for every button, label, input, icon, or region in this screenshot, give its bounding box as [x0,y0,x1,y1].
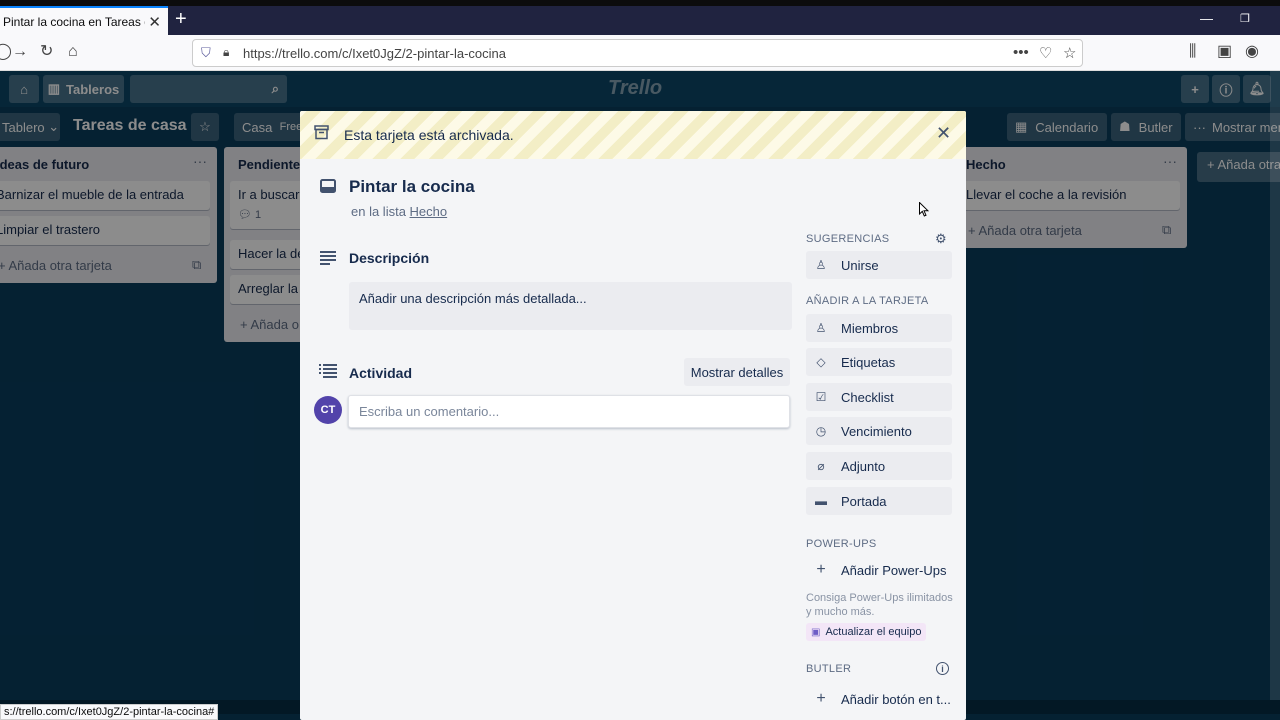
description-placeholder: Añadir una descripción más detallada... [359,291,587,306]
show-details-label: Mostrar detalles [690,364,784,380]
due-date-button[interactable]: ◷ Vencimiento [806,417,952,445]
pocket-icon[interactable]: ♡ [1039,44,1052,62]
description-heading: Descripción [349,250,430,266]
tracking-shield-icon[interactable]: ⛉ [201,45,211,61]
person-icon: ♙ [815,321,827,335]
show-details-button[interactable]: Mostrar detalles [684,358,790,386]
activity-heading: Actividad [349,365,413,381]
sidebar-icon[interactable]: ▣ [1217,43,1232,61]
cover-icon: ▬ [815,494,827,508]
library-icon[interactable]: ⫼ [1189,43,1196,61]
powerups-heading: POWER-UPS [806,538,877,550]
archived-banner: Esta tarjeta está archivada. ✕ [300,111,966,159]
home-icon[interactable]: ⌂ [68,43,78,61]
labels-button[interactable]: ◇ Etiquetas [806,348,952,376]
upgrade-team-label: Actualizar el equipo [825,626,922,638]
person-icon: ♙ [815,258,827,272]
url-text[interactable]: https://trello.com/c/Ixet0JgZ/2-pintar-l… [243,46,506,61]
add-powerups-label: Añadir Power-Ups [841,562,947,578]
description-placeholder-box[interactable]: Añadir una descripción más detallada... [349,282,792,330]
close-icon[interactable]: ✕ [936,123,951,144]
back-icon[interactable]: ◯ [0,43,12,61]
forward-icon[interactable]: → [12,43,28,61]
restore-icon[interactable]: ❐ [1240,12,1250,25]
avatar-initials: CT [320,404,336,416]
reload-icon[interactable]: ↻ [40,43,53,61]
add-to-card-heading: AÑADIR A LA TARJETA [806,295,929,307]
archived-message: Esta tarjeta está archivada. [344,127,514,143]
activity-icon [319,364,337,378]
url-bar[interactable]: ⛉ 🔒︎ https://trello.com/c/Ixet0JgZ/2-pin… [192,39,1083,67]
mouse-cursor [919,202,929,217]
card-detail-modal: Esta tarjeta está archivada. ✕ Pintar la… [300,111,966,720]
navigation-bar: ◯ → ↻ ⌂ ⛉ 🔒︎ https://trello.com/c/Ixet0J… [0,35,1280,71]
tab-title: Pintar la cocina en Tareas de ca [3,14,145,29]
info-icon[interactable]: i [936,662,949,675]
in-list-prefix: en la lista [351,204,406,219]
cover-button[interactable]: ▬ Portada [806,487,952,515]
join-button[interactable]: ♙ Unirse [806,251,952,279]
minimize-icon[interactable]: — [1200,11,1213,26]
paperclip-icon: ⌀ [817,459,825,473]
add-powerups-button[interactable]: + Añadir Power-Ups [806,556,952,584]
team-icon: ▣ [811,626,821,638]
tab-close-icon[interactable]: ✕ [148,13,161,31]
vertical-scrollbar[interactable] [1270,71,1280,700]
members-label: Miembros [841,320,899,336]
checklist-label: Checklist [841,389,894,405]
avatar[interactable]: CT [314,396,342,424]
page-actions-icon[interactable]: ••• [1013,44,1029,61]
members-button[interactable]: ♙ Miembros [806,314,952,342]
upgrade-team-button[interactable]: ▣ Actualizar el equipo [806,623,927,641]
tab-bar: Pintar la cocina en Tareas de ca ✕ + — ❐ [0,6,1280,35]
account-icon[interactable]: ◉ [1245,43,1259,61]
gear-icon[interactable]: ⚙ [935,231,947,247]
powerups-description: Consiga Power-Ups ilimitados y mucho más… [806,592,953,618]
browser-tab-active[interactable]: Pintar la cocina en Tareas de ca ✕ [0,6,168,35]
clock-icon: ◷ [815,424,827,438]
add-button-label: Añadir botón en t... [841,691,951,707]
attachment-label: Adjunto [841,458,886,474]
archive-icon [314,125,329,140]
due-label: Vencimiento [841,423,912,439]
card-icon [320,179,336,193]
in-list-info: en la lista Hecho [351,204,447,219]
add-button-button[interactable]: + Añadir botón en t... [806,685,952,713]
bookmark-star-icon[interactable]: ☆ [1063,44,1076,62]
tag-icon: ◇ [816,355,826,369]
plus-icon: + [816,690,826,707]
status-bar-url: s://trello.com/c/Ixet0JgZ/2-pintar-la-co… [0,704,219,720]
cover-label: Portada [841,493,887,509]
list-link[interactable]: Hecho [410,204,448,219]
card-title[interactable]: Pintar la cocina [349,177,475,197]
checkbox-icon: ☑ [815,390,827,404]
lock-icon[interactable]: 🔒︎ [223,45,229,60]
description-icon [320,251,336,265]
plus-icon: + [816,561,826,578]
suggestions-heading: SUGERENCIAS [806,233,890,245]
comment-input[interactable] [348,395,790,428]
join-label: Unirse [841,257,879,273]
checklist-button[interactable]: ☑ Checklist [806,383,952,411]
butler-heading: BUTLER [806,663,852,675]
new-tab-icon[interactable]: + [175,8,187,31]
attachment-button[interactable]: ⌀ Adjunto [806,452,952,480]
labels-label: Etiquetas [841,354,896,370]
